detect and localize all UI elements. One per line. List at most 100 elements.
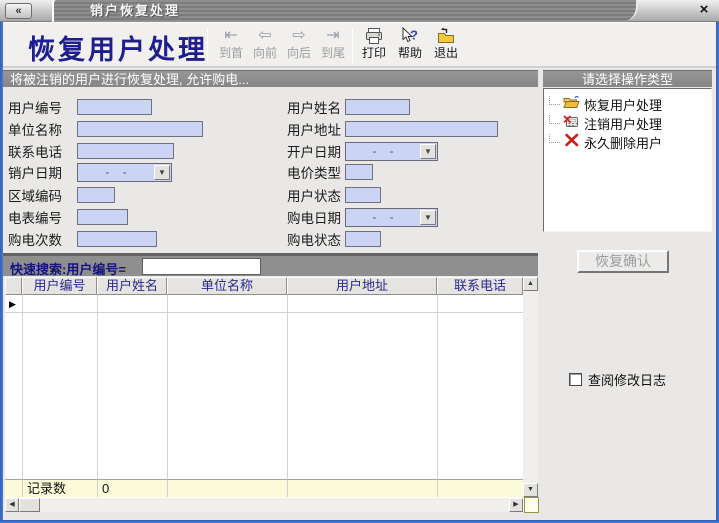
grid-footer-cell <box>287 479 437 497</box>
nav-arrow-icon: ⇤ <box>214 26 248 46</box>
field-input[interactable] <box>77 231 157 247</box>
nav-label: 到尾 <box>316 46 350 61</box>
print-button[interactable]: 打印 <box>357 26 391 66</box>
exit-label: 退出 <box>429 46 463 61</box>
svg-text:?: ? <box>410 28 418 43</box>
scroll-left-icon[interactable]: ◀ <box>5 498 19 512</box>
field-input[interactable] <box>77 121 203 137</box>
folder-open-icon <box>563 95 584 114</box>
toolbar-separator <box>207 28 208 64</box>
form-row: 开户日期- -▼ <box>287 141 438 161</box>
date-placeholder: - - <box>78 165 154 179</box>
form-row: 区域编码 <box>8 185 115 205</box>
date-combo[interactable]: - -▼ <box>345 208 438 227</box>
field-input[interactable] <box>77 99 152 115</box>
nav-arrow-icon: ⇦ <box>248 26 282 46</box>
grid-line <box>5 312 523 313</box>
scrollbar-thumb[interactable] <box>19 498 40 512</box>
nav-arrow-icon: ⇥ <box>316 26 350 46</box>
field-input[interactable] <box>345 187 381 203</box>
print-label: 打印 <box>357 46 391 61</box>
scroll-right-icon[interactable]: ▶ <box>509 498 523 512</box>
operation-tree: 恢复用户处理注销用户处理永久删除用户 <box>543 88 712 232</box>
scroll-up-icon[interactable]: ▲ <box>523 277 538 291</box>
form-row: 销户日期- -▼ <box>8 162 172 182</box>
chevron-down-icon[interactable]: ▼ <box>420 210 436 225</box>
chevron-down-icon[interactable]: ▼ <box>420 144 436 159</box>
field-input[interactable] <box>345 121 498 137</box>
printer-icon <box>357 26 391 46</box>
field-label: 联系电话 <box>8 141 77 161</box>
field-label: 购电次数 <box>8 229 77 249</box>
date-combo[interactable]: - -▼ <box>77 163 172 182</box>
exit-button[interactable]: 退出 <box>429 26 463 66</box>
restore-confirm-button[interactable]: 恢复确认 <box>577 250 669 273</box>
field-label: 用户编号 <box>8 97 77 117</box>
nav-button-4[interactable]: ⇥到尾 <box>316 26 350 66</box>
close-icon[interactable]: × <box>695 1 713 19</box>
grid-footer-cell: 0 <box>97 479 167 497</box>
tree-item-label: 恢复用户处理 <box>584 95 662 114</box>
nav-label: 到首 <box>214 46 248 61</box>
form-row: 购电次数 <box>8 229 157 249</box>
quick-search-label: 快速搜索:用户编号= <box>10 259 126 278</box>
view-log-checkbox[interactable]: 查阅修改日志 <box>569 370 666 389</box>
form-section-title: 将被注销的用户进行恢复处理, 允许购电... <box>3 70 538 87</box>
checkbox-icon[interactable] <box>569 373 582 386</box>
date-placeholder: - - <box>346 210 420 224</box>
quick-search-input[interactable] <box>142 258 261 275</box>
tree-connector <box>549 96 560 105</box>
field-input[interactable] <box>345 164 373 180</box>
field-label: 用户姓名 <box>287 97 345 117</box>
nav-label: 向后 <box>282 46 316 61</box>
nav-button-2[interactable]: ⇦向前 <box>248 26 282 66</box>
grid-column-header[interactable]: 用户姓名 <box>97 277 167 295</box>
grid-column-header[interactable]: 单位名称 <box>167 277 287 295</box>
field-label: 开户日期 <box>287 141 345 161</box>
form-row: 单位名称 <box>8 119 203 139</box>
grid-line <box>167 295 168 479</box>
grid-column-header[interactable]: 用户地址 <box>287 277 437 295</box>
user-grid[interactable]: 用户编号用户姓名单位名称用户地址联系电话▶记录数0▲▼◀▶ <box>5 277 538 512</box>
field-input[interactable] <box>345 99 410 115</box>
field-input[interactable] <box>77 187 115 203</box>
view-log-label: 查阅修改日志 <box>588 370 666 389</box>
nav-button-3[interactable]: ⇨向后 <box>282 26 316 66</box>
nav-label: 向前 <box>248 46 282 61</box>
grid-column-header[interactable]: 联系电话 <box>437 277 523 295</box>
help-label: 帮助 <box>393 46 427 61</box>
field-input[interactable] <box>77 209 128 225</box>
tree-item-3[interactable]: 永久删除用户 <box>544 133 711 152</box>
grid-footer-cell <box>5 479 22 497</box>
form-row: 购电日期- -▼ <box>287 207 438 227</box>
field-input[interactable] <box>77 143 174 159</box>
grid-selector-header[interactable] <box>5 277 22 295</box>
exit-folder-icon <box>429 26 463 46</box>
tree-item-1[interactable]: 恢复用户处理 <box>544 95 711 114</box>
user-form: 用户编号单位名称联系电话销户日期- -▼区域编码电表编号购电次数用户姓名用户地址… <box>0 88 540 253</box>
nav-button-1[interactable]: ⇤到首 <box>214 26 248 66</box>
window-border-left <box>0 22 3 523</box>
field-label: 单位名称 <box>8 119 77 139</box>
form-row: 电价类型 <box>287 162 373 182</box>
form-row: 购电状态 <box>287 229 381 249</box>
deregister-icon <box>563 114 584 133</box>
scroll-down-icon[interactable]: ▼ <box>523 483 538 497</box>
horizontal-scrollbar[interactable] <box>5 498 523 512</box>
vertical-scrollbar[interactable] <box>523 277 538 497</box>
app-window: « 销户恢复处理 × 恢复用户处理 ⇤到首⇦向前⇨向后⇥到尾 打印 ? 帮助 退… <box>0 0 719 523</box>
delete-x-icon <box>563 133 584 152</box>
page-title: 恢复用户处理 <box>28 28 208 67</box>
field-input[interactable] <box>345 231 381 247</box>
grid-column-header[interactable]: 用户编号 <box>22 277 97 295</box>
field-label: 购电日期 <box>287 207 345 227</box>
grid-line <box>287 295 288 479</box>
chevron-down-icon[interactable]: ▼ <box>154 165 170 180</box>
form-row: 用户地址 <box>287 119 498 139</box>
form-row: 用户姓名 <box>287 97 410 117</box>
grid-corner-box <box>524 497 539 513</box>
tree-item-2[interactable]: 注销用户处理 <box>544 114 711 133</box>
help-button[interactable]: ? 帮助 <box>393 26 427 66</box>
date-combo[interactable]: - -▼ <box>345 142 438 161</box>
quick-search-bar: 快速搜索:用户编号= <box>3 253 538 276</box>
